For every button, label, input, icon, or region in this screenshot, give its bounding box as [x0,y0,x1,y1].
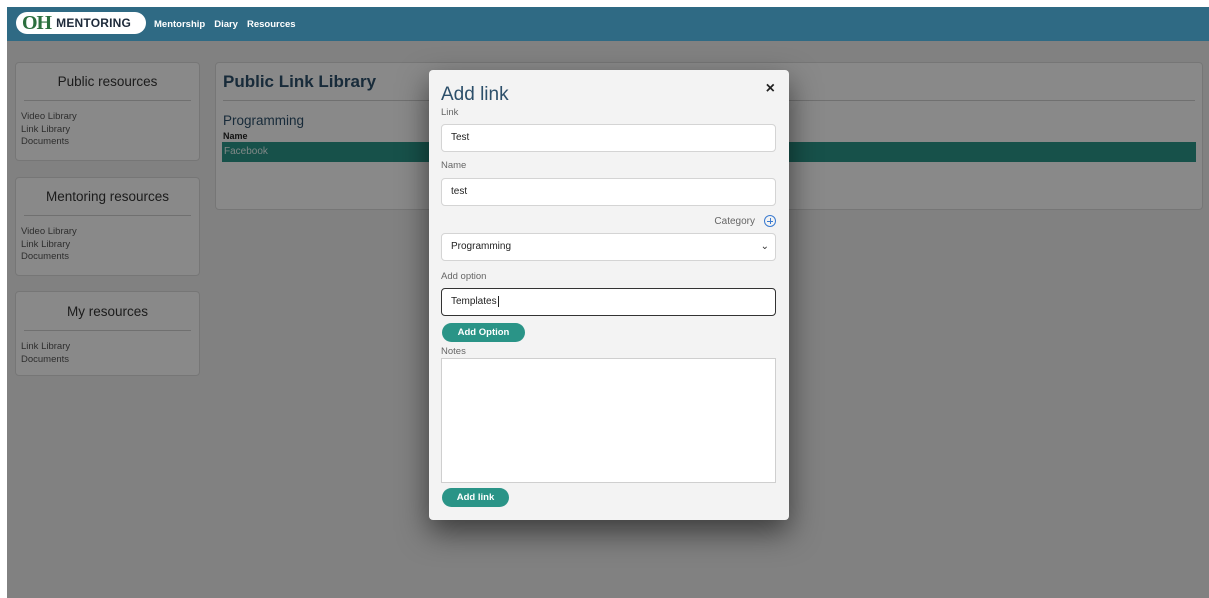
nav-resources[interactable]: Resources [247,19,296,30]
nav-mentorship[interactable]: Mentorship [154,19,205,30]
logo[interactable]: OH MENTORING [16,12,146,34]
nav-diary[interactable]: Diary [214,19,238,30]
logo-mark: OH [22,12,52,34]
notes-textarea[interactable] [441,358,776,483]
add-option-value: Templates [451,296,497,307]
add-option-label: Add option [441,271,487,282]
name-label: Name [441,160,467,171]
close-icon[interactable]: × [766,80,775,98]
text-cursor [497,295,499,307]
add-link-modal: Add link × Link Test Name test Category … [429,70,789,520]
category-label: Category [714,215,755,227]
add-option-input[interactable]: Templates [441,288,776,316]
notes-label: Notes [441,346,466,357]
name-input[interactable]: test [441,178,776,206]
category-select[interactable]: Programming ⌄ [441,233,776,261]
modal-title: Add link [441,84,509,105]
add-option-button[interactable]: Add Option [442,323,525,342]
nav-links: Mentorship Diary Resources [154,7,305,41]
logo-text: MENTORING [56,16,132,30]
category-selected-value: Programming [451,241,512,252]
chevron-down-icon: ⌄ [760,241,769,252]
top-navbar: OH MENTORING Mentorship Diary Resources [7,7,1209,41]
link-label: Link [441,107,459,118]
add-link-button[interactable]: Add link [442,488,509,507]
link-input[interactable]: Test [441,124,776,152]
category-row: Category [714,215,776,227]
add-category-icon[interactable] [764,215,776,227]
